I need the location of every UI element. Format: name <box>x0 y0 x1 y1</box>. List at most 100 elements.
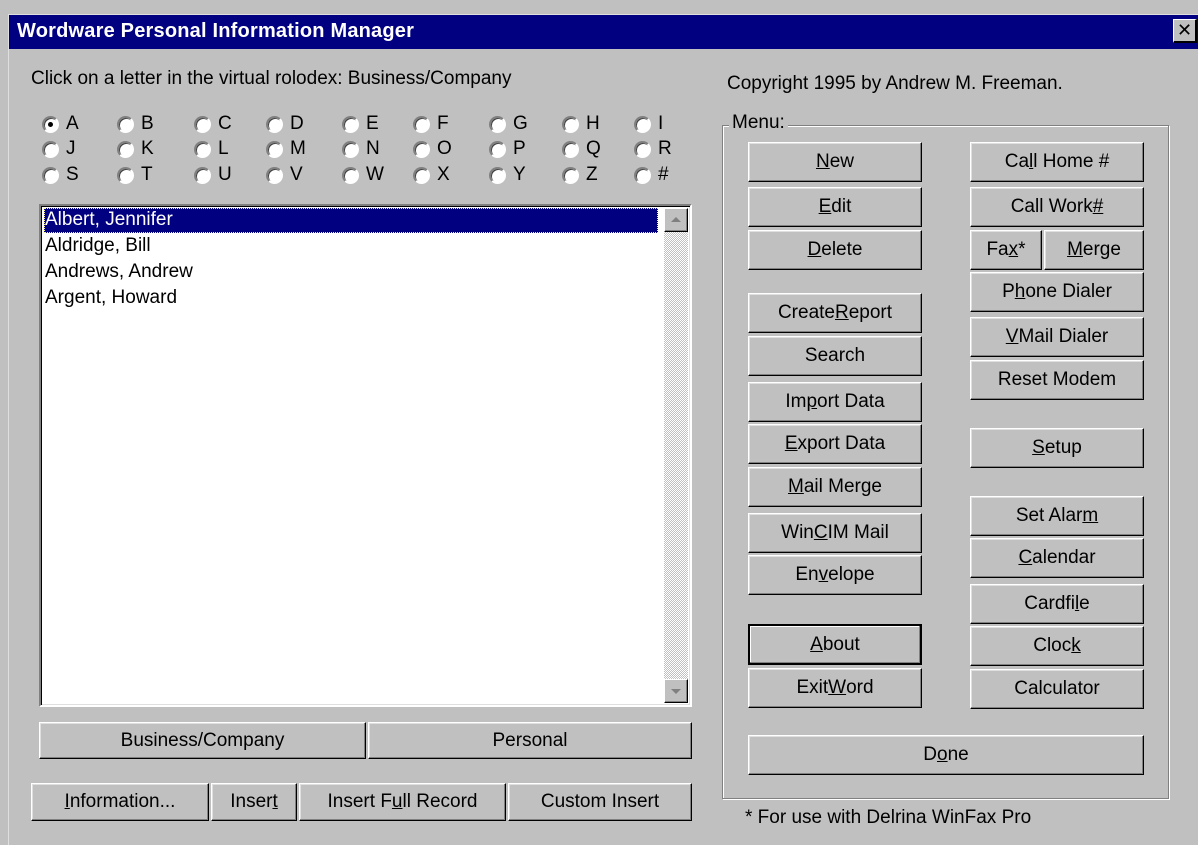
radio-indicator[interactable] <box>413 115 430 133</box>
rolodex-radio-x[interactable]: X <box>413 163 450 187</box>
list-item[interactable]: Argent, Howard <box>44 286 658 311</box>
list-item[interactable]: Albert, Jennifer <box>44 208 658 233</box>
rolodex-radio-u[interactable]: U <box>194 163 232 187</box>
radio-indicator[interactable] <box>342 115 359 133</box>
rolodex-radio-v[interactable]: V <box>266 163 303 187</box>
create-report-button[interactable]: Create Report <box>748 293 922 333</box>
call-home-button[interactable]: Ca l l Home # <box>970 142 1144 182</box>
rolodex-radio-n[interactable]: N <box>342 137 380 161</box>
list-item[interactable]: Aldridge, Bill <box>44 234 658 259</box>
insert-button[interactable]: Inser t <box>211 783 297 821</box>
exit-word-button[interactable]: Exit Word <box>748 668 922 708</box>
phone-dialer-button[interactable]: Ph one Dialer <box>970 272 1144 312</box>
call-work-button[interactable]: Call Work # <box>970 187 1144 227</box>
rolodex-radio-z[interactable]: Z <box>562 163 598 187</box>
rolodex-radio-b[interactable]: B <box>117 112 154 136</box>
rolodex-radio-k[interactable]: K <box>117 137 154 161</box>
radio-indicator[interactable] <box>117 166 134 184</box>
business-company-button[interactable]: Business/Company <box>39 722 366 759</box>
radio-indicator[interactable] <box>489 166 506 184</box>
radio-indicator[interactable] <box>634 115 651 133</box>
button-label-post: ort Data <box>817 391 885 412</box>
rolodex-radio-l[interactable]: L <box>194 137 229 161</box>
new-button[interactable]: New <box>748 142 922 182</box>
set-alarm-button[interactable]: Set Alar m <box>970 496 1144 536</box>
done-button[interactable]: Do ne <box>748 735 1144 775</box>
radio-indicator[interactable] <box>266 115 283 133</box>
export-data-button[interactable]: Export Data <box>748 424 922 464</box>
radio-indicator[interactable] <box>342 166 359 184</box>
rolodex-radio-j[interactable]: J <box>42 137 76 161</box>
radio-indicator[interactable] <box>42 115 59 133</box>
button-label-post: alendar <box>1032 547 1096 568</box>
rolodex-radio-d[interactable]: D <box>266 112 304 136</box>
merge-button[interactable]: Merge <box>1044 230 1144 270</box>
vmail-dialer-button[interactable]: V Mail Dialer <box>970 317 1144 357</box>
setup-button[interactable]: Setup <box>970 428 1144 468</box>
insert-full-record-button[interactable]: Insert Fu ll Record <box>299 783 506 821</box>
contacts-listbox[interactable]: Albert, Jennifer Aldridge, Bill Andrews, A… <box>39 204 692 707</box>
list-item[interactable]: Andrews, Andrew <box>44 260 658 285</box>
radio-indicator[interactable] <box>634 140 651 158</box>
radio-indicator[interactable] <box>562 115 579 133</box>
radio-indicator[interactable] <box>194 166 211 184</box>
custom-insert-button[interactable]: Custom Insert <box>508 783 692 821</box>
rolodex-radio-h[interactable]: H <box>562 112 600 136</box>
radio-indicator[interactable] <box>413 140 430 158</box>
rolodex-radio-hash[interactable]: # <box>634 163 669 187</box>
radio-label: K <box>141 138 154 159</box>
rolodex-radio-y[interactable]: Y <box>489 163 526 187</box>
radio-indicator[interactable] <box>42 140 59 158</box>
rolodex-radio-e[interactable]: E <box>342 112 379 136</box>
radio-indicator[interactable] <box>562 140 579 158</box>
rolodex-radio-t[interactable]: T <box>117 163 153 187</box>
scroll-down-arrow-icon[interactable] <box>664 679 688 703</box>
radio-indicator[interactable] <box>634 166 651 184</box>
fax-button[interactable]: Fa x * <box>970 230 1042 270</box>
title-bar[interactable]: Wordware Personal Information Manager ✕ <box>9 15 1198 49</box>
rolodex-radio-r[interactable]: R <box>634 137 672 161</box>
calendar-button[interactable]: Calendar <box>970 538 1144 578</box>
wincim-mail-button[interactable]: Win C IM Mail <box>748 513 922 553</box>
rolodex-radio-i[interactable]: I <box>634 112 663 136</box>
close-icon[interactable]: ✕ <box>1173 19 1197 43</box>
about-button[interactable]: About <box>748 624 922 665</box>
radio-indicator[interactable] <box>194 115 211 133</box>
radio-indicator[interactable] <box>413 166 430 184</box>
radio-indicator[interactable] <box>266 140 283 158</box>
radio-indicator[interactable] <box>342 140 359 158</box>
reset-modem-button[interactable]: Reset Modem <box>970 360 1144 400</box>
personal-button[interactable]: Personal <box>368 722 692 759</box>
scroll-up-arrow-icon[interactable] <box>664 208 688 232</box>
radio-indicator[interactable] <box>562 166 579 184</box>
radio-indicator[interactable] <box>489 115 506 133</box>
search-button[interactable]: Search <box>748 336 922 376</box>
information-button[interactable]: Information... <box>31 783 209 821</box>
radio-indicator[interactable] <box>117 115 134 133</box>
rolodex-radio-f[interactable]: F <box>413 112 449 136</box>
button-label-pre: Inser <box>230 791 273 812</box>
rolodex-radio-o[interactable]: O <box>413 137 452 161</box>
rolodex-radio-w[interactable]: W <box>342 163 384 187</box>
radio-indicator[interactable] <box>266 166 283 184</box>
rolodex-radio-p[interactable]: P <box>489 137 526 161</box>
cardfile-button[interactable]: Cardfi l e <box>970 584 1144 624</box>
vertical-scrollbar[interactable] <box>664 208 688 703</box>
envelope-button[interactable]: En v elope <box>748 555 922 595</box>
radio-indicator[interactable] <box>42 166 59 184</box>
import-data-button[interactable]: Im p ort Data <box>748 382 922 422</box>
radio-indicator[interactable] <box>489 140 506 158</box>
rolodex-radio-q[interactable]: Q <box>562 137 601 161</box>
calculator-button[interactable]: Calculator <box>970 669 1144 709</box>
radio-indicator[interactable] <box>194 140 211 158</box>
rolodex-radio-a[interactable]: A <box>42 112 79 136</box>
edit-button[interactable]: Edit <box>748 187 922 227</box>
rolodex-radio-m[interactable]: M <box>266 137 306 161</box>
rolodex-radio-g[interactable]: G <box>489 112 528 136</box>
delete-button[interactable]: Delete <box>748 230 922 270</box>
rolodex-radio-s[interactable]: S <box>42 163 79 187</box>
rolodex-radio-c[interactable]: C <box>194 112 232 136</box>
radio-indicator[interactable] <box>117 140 134 158</box>
mail-merge-button[interactable]: Mail Merge <box>748 467 922 507</box>
clock-button[interactable]: Cloc k <box>970 626 1144 666</box>
